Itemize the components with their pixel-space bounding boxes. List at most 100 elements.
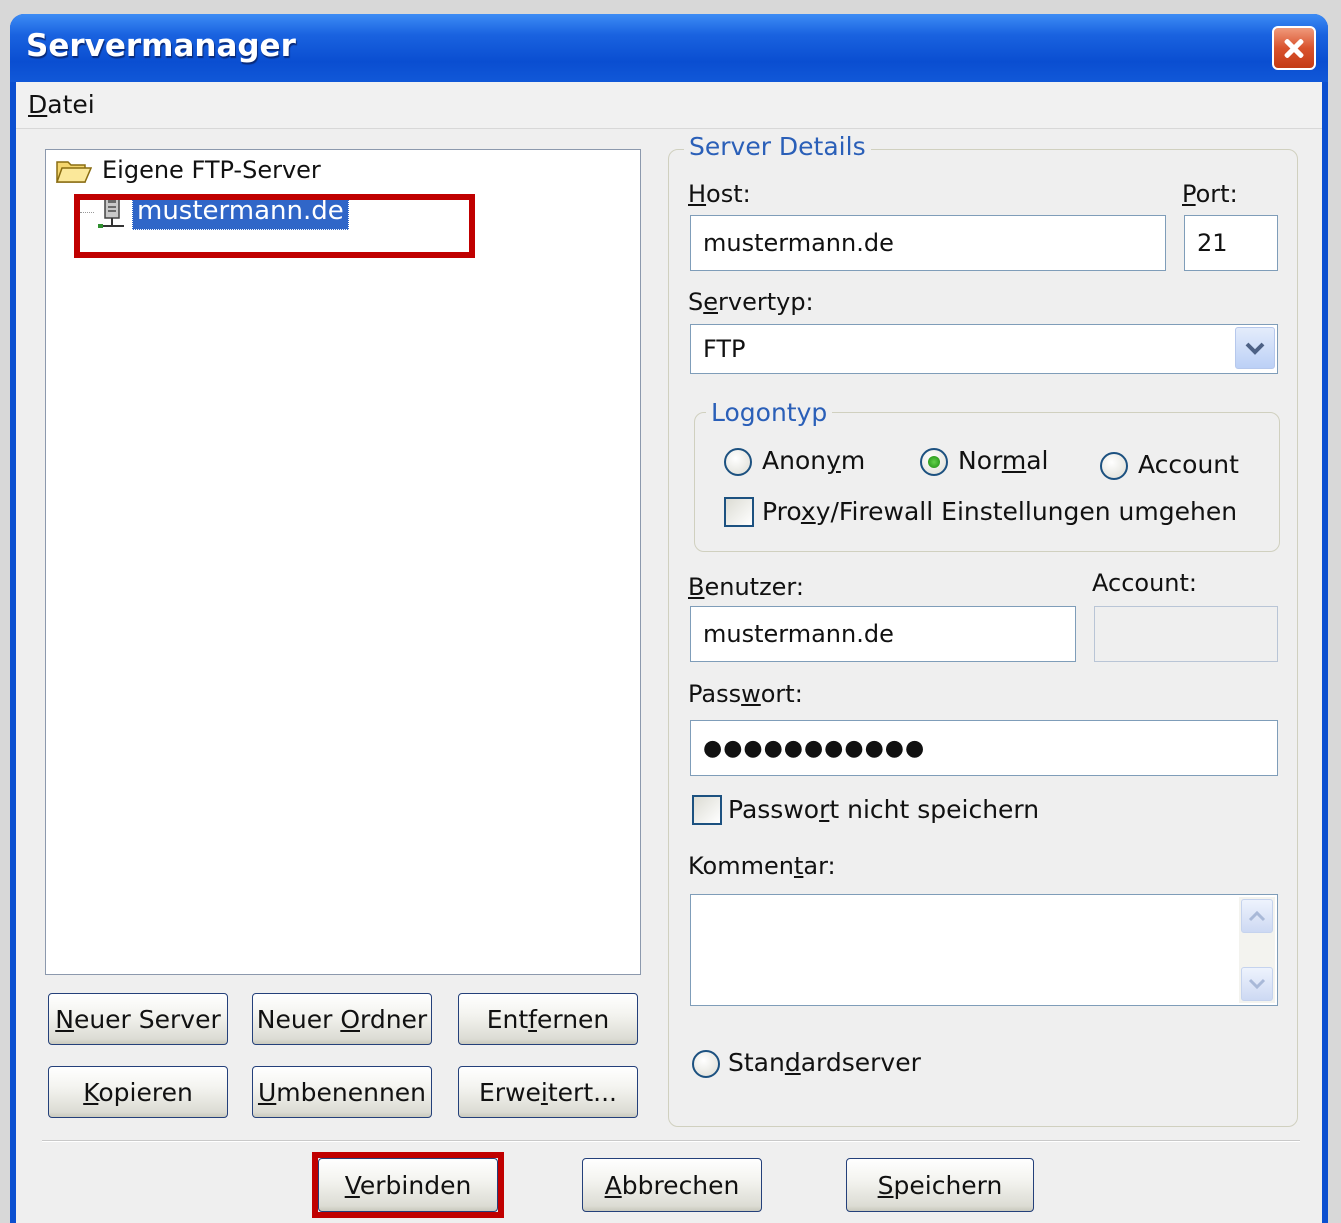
radio-normal[interactable] [920,448,948,476]
tree-root-label: Eigene FTP-Server [102,156,321,184]
bypass-proxy-checkbox[interactable] [724,497,754,527]
button-label: ernen [536,1004,610,1034]
label-text: Anon [762,446,827,475]
comment-scrollbar[interactable] [1239,897,1275,1003]
label-text: S [688,288,704,316]
button-label: tert... [547,1077,617,1107]
label-text: ar: [803,852,836,880]
mnemonic: S [877,1170,894,1200]
new-folder-button[interactable]: Neuer Ordner [252,993,432,1045]
mnemonic: H [688,180,707,208]
title-bar[interactable]: Servermanager [10,14,1328,82]
bypass-proxy-label[interactable]: Proxy/Firewall Einstellungen umgehen [762,497,1237,526]
label-text: Kommen [688,852,794,880]
copy-button[interactable]: Kopieren [48,1066,228,1118]
label-text: m [840,446,866,475]
footer-separator [42,1140,1300,1142]
comment-textarea[interactable] [690,894,1278,1006]
host-input[interactable]: mustermann.de [690,215,1166,271]
label-text: ardserver [800,1048,921,1077]
default-server-label[interactable]: Standardserver [728,1048,921,1077]
port-input[interactable]: 21 [1184,215,1278,271]
mnemonic: x [800,497,816,526]
chevron-up-icon[interactable] [1241,899,1273,933]
remove-button[interactable]: Entfernen [458,993,638,1045]
highlight-box-connect [312,1152,504,1218]
button-label: Ent [486,1004,529,1034]
comment-label: Kommentar: [688,852,836,880]
rename-button[interactable]: Umbenennen [252,1066,432,1118]
radio-normal-label[interactable]: Normal [958,446,1048,475]
password-label: Passwort: [688,680,803,708]
label-text: Pass [688,680,742,708]
button-label: rdner [360,1004,428,1034]
label-text: ort: [1195,180,1238,208]
no-save-password-label[interactable]: Passwort nicht speichern [728,795,1039,824]
button-label: bbrechen [621,1170,740,1200]
dialog-client: Datei Eigene FTP-Server mustermann.de Ne… [16,82,1322,1223]
window-title: Servermanager [26,28,296,64]
mnemonic: U [257,1077,277,1107]
mnemonic: K [83,1077,99,1107]
user-input[interactable]: mustermann.de [690,606,1076,662]
user-label: Benutzer: [688,573,804,601]
cancel-button[interactable]: Abbrechen [582,1158,762,1212]
servertype-label: Servertyp: [688,288,814,316]
button-label: opieren [98,1077,193,1107]
button-label: Erwe [479,1077,541,1107]
logontyp-group [694,412,1280,552]
servermanager-window: Servermanager Datei Eigene FTP-Server mu… [10,14,1328,1223]
label-text: enutzer: [704,573,804,601]
label-text: rvertyp: [718,288,814,316]
port-label: Port: [1182,180,1238,208]
chevron-down-icon[interactable] [1241,967,1273,1001]
close-icon[interactable] [1272,26,1316,70]
mnemonic: N [55,1004,74,1034]
mnemonic: D [28,90,48,119]
label-text: Pro [762,497,801,526]
account-label: Account: [1092,569,1197,597]
host-label: Host: [688,180,751,208]
mnemonic: e [703,288,718,316]
mnemonic: B [688,573,705,601]
label-text: y/Firewall Einstellungen umgehen [815,497,1238,526]
menu-datei[interactable]: Datei [28,90,95,119]
radio-anonym[interactable] [724,448,752,476]
servertype-value: FTP [703,335,746,363]
server-tree[interactable]: Eigene FTP-Server mustermann.de [45,149,641,975]
password-input[interactable]: ●●●●●●●●●●● [690,720,1278,776]
mnemonic: r [819,795,830,824]
label-text: Nor [958,446,1002,475]
logontyp-legend: Logontyp [706,398,833,427]
button-label: mbenennen [276,1077,427,1107]
no-save-password-checkbox[interactable] [692,795,722,825]
mnemonic: f [528,1004,537,1034]
mnemonic: y [826,446,841,475]
label-text: Passwo [728,795,820,824]
label-text: ost: [706,180,751,208]
label-text: Stan [728,1048,785,1077]
save-button[interactable]: Speichern [846,1158,1034,1212]
chevron-down-icon[interactable] [1235,327,1275,369]
mnemonic: i [540,1077,548,1107]
button-label: Neuer [256,1004,341,1034]
new-server-button[interactable]: Neuer Server [48,993,228,1045]
label-text: t nicht speichern [829,795,1040,824]
radio-anonym-label[interactable]: Anonym [762,446,865,475]
mnemonic: P [1182,180,1196,208]
mnemonic: O [340,1004,360,1034]
folder-open-icon [56,158,92,184]
servertype-select[interactable]: FTP [690,324,1278,374]
radio-account[interactable] [1100,452,1128,480]
radio-default-server[interactable] [692,1050,720,1078]
radio-account-label[interactable]: Account [1138,450,1239,479]
menu-datei-label: atei [47,90,95,119]
advanced-button[interactable]: Erweitert... [458,1066,638,1118]
server-details-legend: Server Details [684,132,871,161]
label-text: ort: [760,680,803,708]
tree-root-item[interactable]: Eigene FTP-Server [56,156,321,184]
button-label: euer Server [73,1004,221,1034]
highlight-box-server-node [74,194,475,258]
menu-bar: Datei [16,82,1322,129]
mnemonic: w [741,680,761,708]
